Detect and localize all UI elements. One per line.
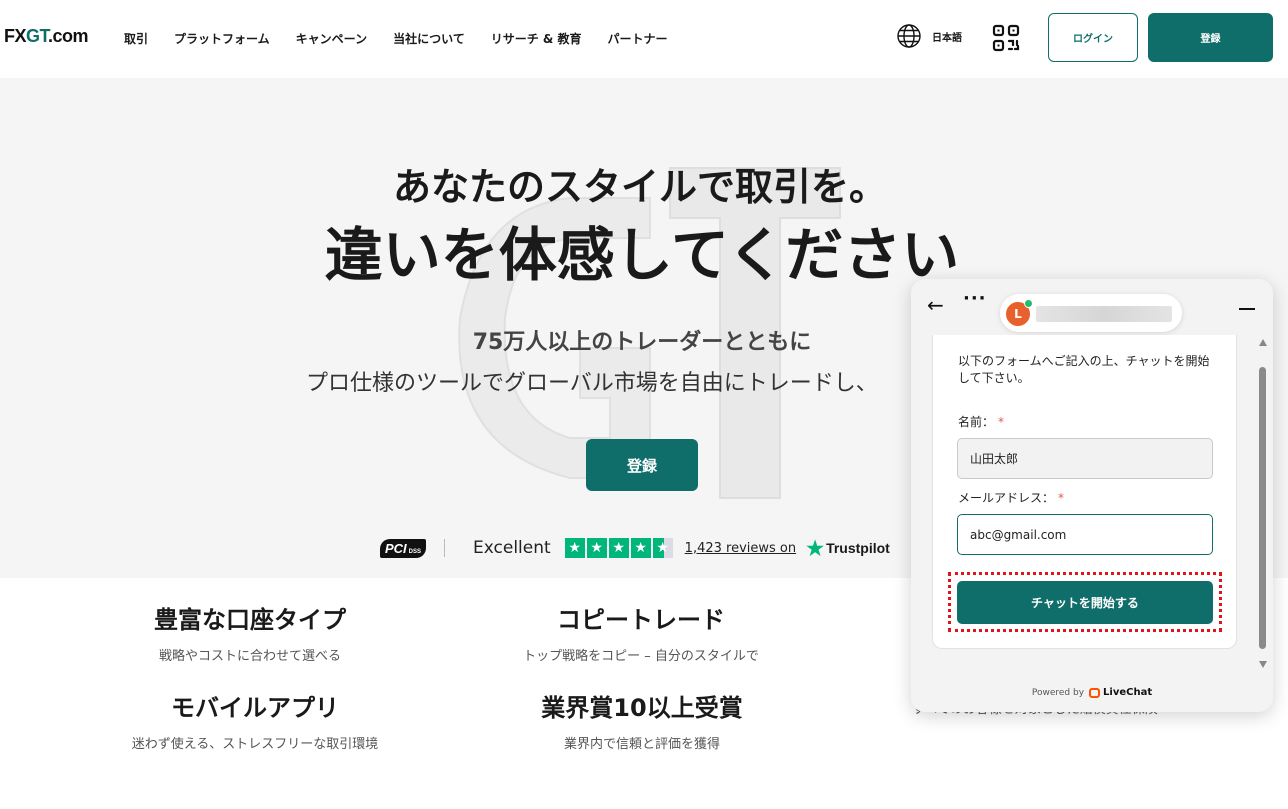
livechat-link[interactable]: LiveChat — [1089, 687, 1152, 698]
trustpilot-reviews-link[interactable]: 1,423 reviews on — [685, 541, 796, 556]
feature-account-types: 豊富な口座タイプ 戦略やコストに合わせて選べる — [130, 600, 370, 664]
form-intro-text: 以下のフォームへご記入の上、チャットを開始して下さい。 — [958, 354, 1210, 385]
language-selector[interactable]: 日本語 — [896, 23, 962, 49]
language-label: 日本語 — [932, 32, 962, 44]
site-header: FXGT.com 取引 プラットフォーム キャンペーン 当社について リサーチ … — [0, 0, 1288, 78]
scrollbar-thumb[interactable] — [1259, 367, 1266, 649]
half-star-icon: ★ — [652, 538, 673, 558]
divider — [444, 539, 446, 557]
online-status-dot — [1024, 299, 1033, 308]
feature-copy-trade: コピートレード トップ戦略をコピー – 自分のスタイルで — [511, 600, 771, 664]
nav-item-campaign[interactable]: キャンペーン — [296, 30, 367, 47]
feature-title: 豊富な口座タイプ — [154, 606, 346, 634]
feature-desc: トップ戦略をコピー – 自分のスタイルで — [523, 649, 759, 664]
agent-name-redacted — [1036, 306, 1172, 322]
star-icon: ★ — [586, 538, 607, 558]
pci-dss-logo: PCI DSS — [380, 538, 427, 558]
register-button-hero[interactable]: 登録 — [586, 439, 698, 491]
register-button-header[interactable]: 登録 — [1148, 13, 1273, 62]
minimize-icon[interactable] — [1239, 308, 1255, 310]
feature-awards: 業界賞10以上受賞 業界内で信頼と評価を獲得 — [512, 688, 772, 752]
highlight-box — [948, 572, 1222, 632]
trust-badges: PCI DSS Excellent ★ ★ ★ ★ ★ 1,423 reviews… — [380, 534, 890, 562]
feature-desc: 業界内で信頼と評価を獲得 — [563, 737, 720, 752]
scroll-up-arrow-icon[interactable] — [1259, 339, 1267, 346]
feature-title: 業界賞10以上受賞 — [541, 694, 743, 722]
powered-by-text: Powered by — [1031, 687, 1085, 698]
back-arrow-icon[interactable]: ← — [927, 293, 944, 317]
nav-item-trading[interactable]: 取引 — [124, 30, 148, 47]
chat-header: ← ··· L — [911, 279, 1273, 335]
prechat-form: 以下のフォームへご記入の上、チャットを開始して下さい。 名前： * 山田太郎 メー… — [932, 335, 1237, 649]
agent-badge: L — [1000, 294, 1182, 332]
globe-icon — [897, 24, 921, 48]
main-nav: 取引 プラットフォーム キャンペーン 当社について リサーチ & 教育 パートナ… — [124, 30, 668, 47]
email-field[interactable]: abc@gmail.com — [957, 514, 1213, 555]
feature-title: モバイルアプリ — [171, 694, 339, 722]
email-label: メールアドレス： * — [958, 491, 1065, 505]
trustpilot-star-icon: ★ — [806, 537, 825, 560]
livechat-widget: ← ··· L 以下のフォームへご記入の上、チャットを開始して下さい。 名前： *… — [911, 279, 1273, 712]
scroll-down-arrow-icon[interactable] — [1259, 661, 1267, 668]
trustpilot-logo[interactable]: ★ Trustpilot — [806, 536, 890, 561]
trustpilot-rating-word: Excellent — [473, 538, 551, 558]
star-icon: ★ — [608, 538, 629, 558]
feature-desc: 迷わず使える、ストレスフリーな取引環境 — [131, 737, 379, 752]
feature-desc: 戦略やコストに合わせて選べる — [158, 649, 341, 664]
trustpilot-stars: ★ ★ ★ ★ ★ — [564, 538, 673, 558]
name-field[interactable]: 山田太郎 — [957, 438, 1213, 479]
livechat-logo-icon — [1089, 687, 1101, 698]
name-label: 名前： * — [958, 415, 1005, 429]
feature-title: コピートレード — [557, 606, 725, 634]
fxgt-logo[interactable]: FXGT.com — [4, 26, 89, 47]
nav-item-partner[interactable]: パートナー — [608, 30, 668, 47]
nav-item-platform[interactable]: プラットフォーム — [174, 30, 270, 47]
hero-title-line1: あなたのスタイルで取引を。 — [392, 165, 887, 209]
nav-item-about[interactable]: 当社について — [393, 30, 465, 47]
nav-item-research[interactable]: リサーチ & 教育 — [491, 30, 582, 47]
chat-scrollbar[interactable] — [1258, 339, 1267, 669]
more-options-icon[interactable]: ··· — [963, 288, 987, 309]
star-icon: ★ — [630, 538, 651, 558]
qr-code-icon[interactable] — [992, 24, 1020, 52]
powered-by-footer: Powered by LiveChat — [911, 687, 1273, 698]
star-icon: ★ — [564, 538, 585, 558]
login-button[interactable]: ログイン — [1048, 13, 1138, 62]
feature-mobile-app: モバイルアプリ 迷わず使える、ストレスフリーな取引環境 — [110, 688, 400, 752]
hero-subtitle-line2: プロ仕様のツールでグローバル市場を自由にトレードし、 — [306, 371, 878, 396]
